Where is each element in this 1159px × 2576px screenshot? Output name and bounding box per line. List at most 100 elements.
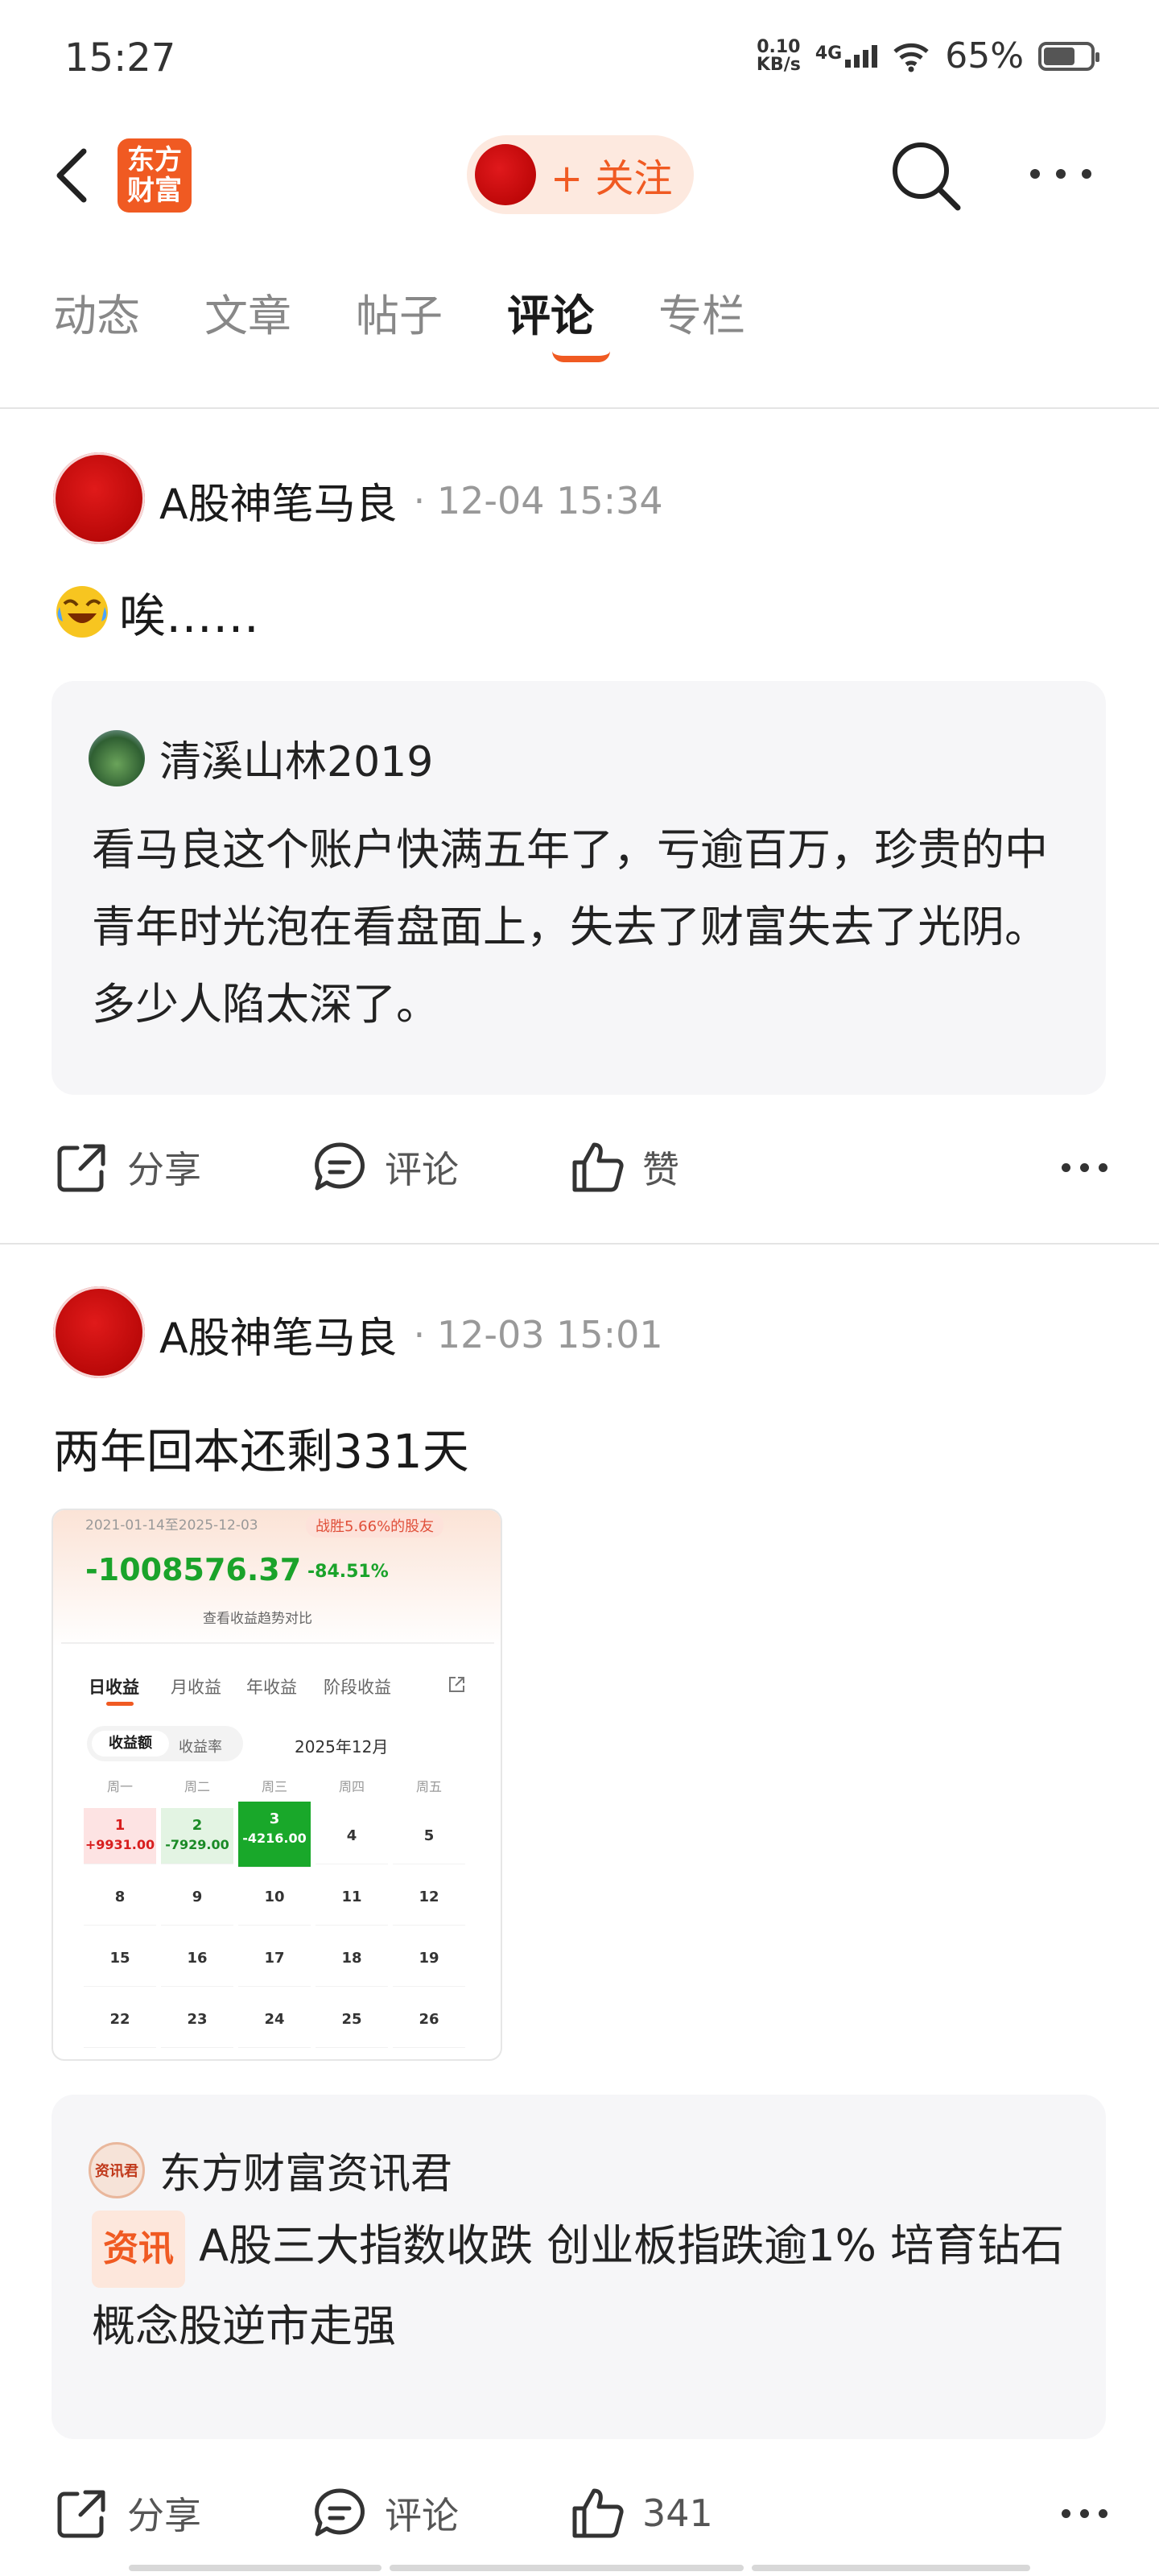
calendar-weekday: 周二 [184, 1779, 210, 1794]
post-time: · 12-04 15:34 [413, 478, 663, 522]
calendar-weekday: 周一 [106, 1779, 133, 1794]
thumbs-up-icon [572, 2488, 624, 2538]
share-icon [57, 2490, 105, 2538]
more-options-icon[interactable] [1030, 158, 1111, 190]
active-tab-indicator [552, 351, 610, 362]
calendar-day: 11 [316, 1869, 388, 1926]
calendar-weekday: 周三 [261, 1779, 287, 1794]
post-header: A股神笔马良 · 12-04 15:34 [159, 470, 663, 530]
quote-body: 看马良这个账户快满五年了，亏逾百万，珍贵的中青年时光泡在看盘面上，失去了财富失去… [92, 824, 1048, 1030]
profile-tabs: 动态 文章 帖子 评论 专栏 [53, 280, 745, 344]
thumbs-up-icon [572, 1142, 624, 1192]
calendar-day: 19 [393, 1930, 465, 1987]
post-actions: 分享 评论 341 [53, 2484, 1107, 2542]
share-icon [57, 1144, 105, 1192]
comment-icon [315, 1142, 365, 1191]
quote-header: 清溪山林2019 [89, 728, 433, 788]
image-toggle: 收益额 [92, 1731, 169, 1757]
post-time: · 12-03 15:01 [413, 1312, 663, 1356]
calendar-day: 9 [161, 1869, 233, 1926]
status-icons: 0.10 KB/s 4G 65% [757, 35, 1099, 76]
comment-button[interactable]: 评论 [311, 1138, 568, 1196]
calendar-day: 24 [238, 1992, 311, 2048]
quote-author[interactable]: 东方财富资讯君 [159, 2140, 452, 2200]
calendar-day: 15 [84, 1930, 156, 1987]
cellular-signal-icon: 4G [815, 44, 878, 68]
calendar-day: 10 [238, 1869, 311, 1926]
crying-laughing-emoji-icon [56, 586, 108, 638]
wifi-icon [893, 43, 929, 72]
tab-comments[interactable]: 评论 [507, 280, 594, 344]
calendar-day: 8 [84, 1869, 156, 1926]
share-icon [449, 1677, 464, 1692]
quote-body: 资讯 A股三大指数收跌 创业板指跌逾1% 培育钻石概念股逆市走强 [92, 2207, 1082, 2365]
calendar-day: 18 [316, 1930, 388, 1987]
calendar-day: 12 [393, 1869, 465, 1926]
image-toggle: 收益率 [179, 1739, 222, 1756]
post-author[interactable]: A股神笔马良 [159, 1304, 398, 1364]
comment-icon [315, 2488, 365, 2537]
battery-percent: 65% [945, 35, 1024, 76]
image-tab: 月收益 [171, 1678, 221, 1697]
image-total: -1008576.37 [85, 1552, 302, 1587]
quote-avatar [89, 729, 145, 786]
calendar-day: 17 [238, 1930, 311, 1987]
like-button[interactable]: 赞 [568, 1138, 679, 1196]
share-button[interactable]: 分享 [53, 1138, 311, 1196]
follow-label: + 关注 [551, 156, 673, 201]
calendar-day: 16 [161, 1930, 233, 1987]
post-text: 唉…… [119, 588, 260, 643]
search-icon[interactable] [889, 138, 963, 213]
post-text-row: 唉…… [53, 578, 259, 646]
image-badge: 战胜5.66%的股友 [306, 1513, 444, 1538]
calendar-day: 23 [161, 1992, 233, 2048]
status-time: 15:27 [64, 35, 176, 80]
like-count: 341 [642, 2491, 713, 2535]
image-month: 2025年12月 [295, 1737, 389, 1757]
post-image[interactable]: 2021-01-14至2025-12-03 战胜5.66%的股友 -100857… [52, 1509, 502, 2061]
tab-posts[interactable]: 帖子 [356, 280, 443, 344]
tab-articles[interactable]: 文章 [204, 280, 291, 344]
news-tag: 资讯 [92, 2211, 185, 2288]
image-tab: 日收益 [89, 1678, 139, 1697]
post-more-icon[interactable] [1062, 1162, 1107, 1172]
back-icon[interactable] [48, 135, 97, 216]
news-account-avatar: 资讯君 [89, 2141, 145, 2198]
image-percent: -84.51% [307, 1562, 389, 1582]
like-button[interactable]: 341 [568, 2484, 713, 2542]
post-author[interactable]: A股神笔马良 [159, 470, 398, 530]
tab-columns[interactable]: 专栏 [658, 280, 745, 344]
calendar-weekday: 周五 [415, 1779, 442, 1794]
calendar-day: 26 [393, 1992, 465, 2048]
calendar-day: 3 -4216.00 [238, 1802, 311, 1868]
quoted-news[interactable]: 资讯君 东方财富资讯君 资讯 A股三大指数收跌 创业板指跌逾1% 培育钻石概念股… [52, 2095, 1106, 2439]
divider [0, 407, 1159, 409]
quote-header: 资讯君 东方财富资讯君 [89, 2140, 452, 2200]
quoted-post[interactable]: 清溪山林2019 看马良这个账户快满五年了，亏逾百万，珍贵的中青年时光泡在看盘面… [52, 681, 1106, 1095]
calendar-day: 4 [316, 1808, 388, 1864]
post-avatar[interactable] [53, 1286, 145, 1378]
share-button[interactable]: 分享 [53, 2484, 311, 2542]
calendar-day: 22 [84, 1992, 156, 2048]
comment-button[interactable]: 评论 [311, 2484, 568, 2542]
calendar-day: 1 +9931.00 [84, 1808, 156, 1864]
post-more-icon[interactable] [1062, 2508, 1107, 2518]
calendar-weekday: 周四 [338, 1779, 365, 1794]
divider [0, 1243, 1159, 1245]
post-actions: 分享 评论 赞 [53, 1138, 1107, 1196]
quote-author[interactable]: 清溪山林2019 [159, 728, 433, 788]
tab-dynamics[interactable]: 动态 [53, 280, 140, 344]
calendar-day: 2 -7929.00 [161, 1808, 233, 1864]
calendar-day: 25 [316, 1992, 388, 2048]
calendar-day: 5 [393, 1808, 465, 1864]
bottom-scroll-indicator [129, 2565, 1030, 2571]
image-tab: 阶段收益 [324, 1678, 391, 1697]
image-date-range: 2021-01-14至2025-12-03 [85, 1517, 258, 1534]
post-header: A股神笔马良 · 12-03 15:01 [159, 1304, 663, 1364]
post-avatar[interactable] [53, 452, 145, 544]
post-text: 两年回本还剩331天 [53, 1424, 469, 1479]
app-logo: 东方 财富 [118, 138, 192, 213]
image-tab: 年收益 [246, 1678, 297, 1697]
follow-button[interactable]: + 关注 [467, 135, 694, 214]
user-avatar [475, 144, 536, 205]
